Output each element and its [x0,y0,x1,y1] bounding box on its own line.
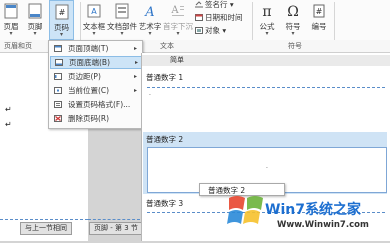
footer-boundary [88,219,140,220]
menu-item-current-position[interactable]: 当前位置(C) ▸ [50,84,141,97]
textbox-button[interactable]: A 文本框 ▾ [82,0,106,40]
quick-parts-button[interactable]: 文档部件 ▾ [107,0,137,40]
gallery-item-plain-number-1[interactable]: 普通数字 1 · [143,70,387,130]
signature-icon [195,1,203,8]
menu-item-page-margins[interactable]: 页边距(P) ▸ [50,70,141,83]
date-time-button[interactable]: 日期和时间 [195,13,243,23]
footer-button[interactable]: 页脚 ▾ [24,0,46,40]
object-button[interactable]: 对象 ▾ [195,26,226,36]
equation-icon: π [262,4,271,20]
menu-item-format-page-numbers[interactable]: 设置页码格式(F)... [50,98,141,111]
watermark-url: Www.Winwin7.com [277,220,369,230]
wordart-button[interactable]: A 艺术字 ▾ [138,0,162,40]
svg-text:A: A [91,7,97,16]
textbox-icon: A [87,4,101,18]
watermark-brand: Win7系统之家 [265,202,361,218]
svg-text:π: π [262,4,271,19]
page-number-icon: # [55,4,68,20]
footer-icon [28,3,42,19]
group-label-text: 文本 [160,42,174,50]
footer-boundary [0,219,88,220]
link-to-previous-tag: 与上一节相同 [20,222,72,235]
header-button[interactable]: 页眉 ▾ [0,0,22,40]
menu-item-page-top[interactable]: 页面顶端(T) ▸ [50,42,141,55]
current-position-icon [54,87,62,94]
page-bottom-icon [55,59,63,66]
group-label-header-footer: 页眉和页 [4,42,32,50]
symbol-icon: Ω [287,4,299,20]
drop-cap-button[interactable]: A 首字下沉 ▾ [163,0,193,40]
header-icon [4,3,18,19]
signature-line-button[interactable]: 签名行 ▾ [195,0,234,10]
paragraph-mark: ↵ [5,105,12,114]
svg-text:Ω: Ω [287,4,299,19]
quick-parts-icon [115,3,129,19]
site-watermark: Win7系统之家 Www.Winwin7.com [225,186,390,241]
svg-text:#: # [316,7,323,16]
paragraph-mark: ↵ [5,120,12,129]
margin-icon [54,73,62,80]
svg-text:#: # [58,8,65,17]
object-icon [195,27,203,34]
menu-item-page-bottom[interactable]: 页面底端(B) ▸ [50,56,143,69]
drop-cap-icon: A [170,5,184,16]
numbering-icon: # [313,4,325,18]
calendar-icon [195,14,203,21]
group-label-symbols: 符号 [288,42,302,50]
footer-line [147,87,385,88]
page-top-icon [54,45,62,52]
svg-text:A: A [144,5,154,19]
page-number-menu: 页面顶端(T) ▸ 页面底端(B) ▸ 页边距(P) ▸ 当前位置(C) ▸ 设… [48,40,143,129]
numbering-button[interactable]: # 编号 [308,0,330,40]
insert-ribbon: 页眉 ▾ 页脚 ▾ # 页码 ▾ A 文本框 ▾ 文档部件 ▾ A 艺术字 ▾ … [0,0,390,50]
wordart-icon: A [144,5,154,20]
page-number-button[interactable]: # 页码 ▾ [49,0,74,40]
equation-button[interactable]: π 公式 ▾ [256,0,278,40]
svg-text:A: A [171,5,179,16]
format-page-number-icon [54,101,62,108]
footer-section-tag: 页脚 - 第 3 节 [89,222,143,235]
symbol-button[interactable]: Ω 符号 ▾ [282,0,304,40]
page-number-marker: · [266,165,268,172]
remove-page-number-icon [54,115,62,122]
menu-item-remove-page-numbers[interactable]: 删除页码(R) [50,112,141,125]
gallery-section-header: 简单 [142,55,390,66]
page-number-marker: · [149,92,151,99]
